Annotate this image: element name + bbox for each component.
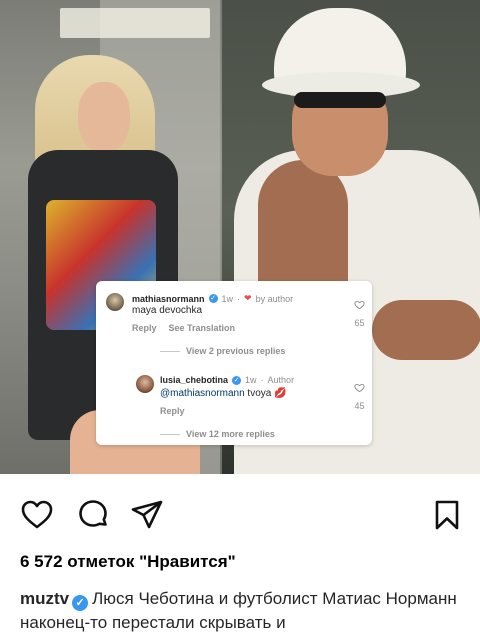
comment-text: @mathiasnormann tvoya 💋: [160, 388, 287, 399]
comment-actions: Reply See Translation: [132, 323, 235, 333]
author-badge: Author: [267, 375, 295, 385]
woman-face: [78, 82, 130, 152]
kiss-emoji: 💋: [274, 388, 287, 399]
view-replies-label: View 2 previous replies: [186, 346, 286, 356]
comment-button[interactable]: [76, 498, 110, 532]
ceiling-light: [60, 8, 210, 38]
comment-like[interactable]: 65: [354, 299, 365, 328]
separator: ·: [260, 375, 264, 385]
like-count: 65: [354, 318, 365, 328]
divider: [160, 433, 180, 435]
separator: ·: [237, 293, 241, 304]
heart-icon: ❤: [244, 293, 252, 303]
avatar: [136, 375, 154, 393]
see-translation-button[interactable]: See Translation: [169, 323, 236, 333]
caption-username[interactable]: muztv: [20, 589, 69, 608]
heart-icon[interactable]: [20, 498, 54, 532]
author-like-badge: by author: [255, 293, 294, 304]
comment-header: lusia_chebotina ✓ 1w · Author: [160, 375, 294, 385]
avatar: [106, 293, 124, 311]
comment-username: lusia_chebotina: [160, 375, 229, 385]
sunglasses: [294, 92, 386, 108]
save-button[interactable]: [430, 498, 464, 532]
share-button[interactable]: [130, 498, 164, 532]
send-icon[interactable]: [130, 498, 164, 532]
comment-overlay: mathiasnormann ✓ 1w · ❤ by author maya d…: [96, 281, 372, 445]
post-caption: muztv ✓ Люся Чеботина и футболист Матиас Н…: [20, 587, 470, 635]
comment-header: mathiasnormann ✓ 1w · ❤ by author: [132, 293, 293, 304]
verified-icon: ✓: [208, 294, 218, 303]
like-count: 45: [354, 401, 365, 411]
divider: [160, 350, 180, 352]
likes-count[interactable]: 6 572 отметок "Нравится": [20, 552, 236, 572]
bookmark-icon[interactable]: [430, 498, 464, 532]
heart-outline-icon[interactable]: [354, 382, 365, 393]
comment-time: 1w: [245, 375, 257, 385]
like-button[interactable]: [20, 498, 54, 532]
comment-like[interactable]: 45: [354, 382, 365, 411]
view-replies-link[interactable]: View 12 more replies: [160, 429, 275, 439]
view-replies-label: View 12 more replies: [186, 429, 275, 439]
reply-button[interactable]: Reply: [132, 323, 157, 333]
reply-button[interactable]: Reply: [160, 406, 185, 416]
comment-body: tvoya: [247, 388, 272, 399]
comment-username: mathiasnormann: [132, 293, 205, 304]
post-action-bar: [0, 494, 480, 534]
heart-outline-icon[interactable]: [354, 299, 365, 310]
mention-link[interactable]: @mathiasnormann: [160, 388, 245, 399]
verified-icon: ✓: [72, 595, 89, 611]
view-replies-link[interactable]: View 2 previous replies: [160, 346, 285, 356]
man-arm-tattoo: [372, 300, 480, 360]
comment-icon[interactable]: [76, 498, 110, 532]
post-image[interactable]: mathiasnormann ✓ 1w · ❤ by author maya d…: [0, 0, 480, 474]
comment-actions: Reply: [160, 406, 185, 416]
comment-text: maya devochka: [132, 305, 203, 316]
verified-icon: ✓: [232, 375, 242, 385]
caption-text: Люся Чеботина и футболист Матиас Норманн…: [20, 589, 457, 632]
comment-time: 1w: [221, 293, 234, 304]
